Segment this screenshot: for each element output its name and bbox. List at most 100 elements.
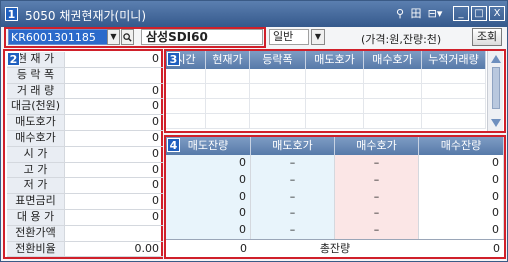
scroll-up-icon[interactable] xyxy=(491,55,501,63)
tick-col-header[interactable]: 매수호가 xyxy=(364,51,422,69)
summary-value: 0 xyxy=(152,52,159,65)
maximize-button[interactable]: □ xyxy=(471,6,487,21)
tick-cell xyxy=(206,69,250,84)
summary-value: 0 xyxy=(152,83,159,97)
summary-label: 거 래 량 xyxy=(7,83,65,99)
orderbook-row: 0– –0 xyxy=(166,205,504,223)
window-title: 5050 채권현재가(미니) xyxy=(25,9,146,23)
orderbook-cell: 0 xyxy=(166,171,251,189)
summary-value: 0 xyxy=(152,210,159,223)
badge-3: 3 xyxy=(167,52,180,66)
badge-4: 4 xyxy=(167,138,180,152)
orderbook-body: 0– –0 0– –0 0– –0 0– –0 0– –0 xyxy=(166,155,504,239)
orderbook-col-header: 매수호가 xyxy=(335,137,419,155)
orderbook-cell: 0 xyxy=(419,205,504,223)
tick-table-body xyxy=(166,69,486,131)
main-window: 1 5050 채권현재가(미니) ⚲ 田 ⊟▾ _ □ X KR60013011… xyxy=(0,0,508,262)
tick-cell xyxy=(364,69,422,84)
market-select[interactable]: 일반 xyxy=(269,29,309,45)
tick-cell xyxy=(422,99,486,114)
summary-rows: 현 재 가0등 락 폭거 래 량 0 대금(천원) 0 매도호가 0 매수호가 0 시 가0고 … xyxy=(3,52,163,258)
tick-cell xyxy=(306,114,364,129)
code-input[interactable]: KR6001301185 xyxy=(8,29,118,45)
code-dropdown-button[interactable]: ▼ xyxy=(107,29,120,45)
tick-cell xyxy=(422,69,486,84)
orderbook-cell: 0 xyxy=(419,155,504,172)
summary-value: 0.00 xyxy=(134,241,160,255)
minimize-button[interactable]: _ xyxy=(453,6,469,21)
tick-cell xyxy=(364,99,422,114)
total-sell-qty: 0 xyxy=(240,242,247,255)
tick-col-header[interactable]: 누적거래량 xyxy=(422,51,486,69)
tick-col-header[interactable]: 현재가 xyxy=(206,51,250,69)
tick-row xyxy=(166,84,486,99)
orderbook-col-header: 매수잔량 xyxy=(419,137,504,155)
search-icon[interactable] xyxy=(121,29,134,45)
summary-row: 시 가 0 xyxy=(7,146,163,163)
summary-row: 거 래 량 0 xyxy=(7,83,163,100)
summary-row: 전환가액 xyxy=(7,225,163,242)
market-select-chevron-icon[interactable]: ▼ xyxy=(311,29,325,45)
summary-row: 대금(천원) 0 xyxy=(7,99,163,116)
summary-value: 0 xyxy=(152,162,159,176)
tick-cell xyxy=(306,84,364,99)
orderbook-col-header: 매도호가 xyxy=(251,137,335,155)
orderbook-cell: – xyxy=(251,155,335,172)
summary-row: 등 락 폭 xyxy=(7,67,163,84)
scroll-thumb[interactable] xyxy=(492,67,500,109)
orderbook-row: 0– –0 xyxy=(166,188,504,206)
orderbook-cell: – xyxy=(251,205,335,223)
summary-label: 표면금리 xyxy=(7,194,65,209)
tick-table: 3 시간 현재가 등락폭 매도호가 매수호가 누적거래량 xyxy=(164,49,506,133)
summary-label: 저 가 xyxy=(7,178,65,194)
tick-cell xyxy=(422,84,486,99)
orderbook-cell: – xyxy=(335,205,419,223)
summary-value: 0 xyxy=(152,178,159,192)
summary-label: 등 락 폭 xyxy=(7,67,65,83)
tick-cell xyxy=(250,84,306,99)
tick-row xyxy=(166,99,486,114)
close-button[interactable]: X xyxy=(489,6,505,21)
badge-1: 1 xyxy=(5,7,18,21)
summary-value: 0 xyxy=(152,146,159,160)
tick-row xyxy=(166,69,486,84)
tick-table-scrollbar[interactable] xyxy=(487,51,503,131)
tick-cell xyxy=(166,84,206,99)
tick-row xyxy=(166,114,486,129)
orderbook-row: 0– –0 xyxy=(166,171,504,189)
tick-cell xyxy=(166,114,206,129)
orderbook-cell: 0 xyxy=(166,155,251,172)
tick-cell xyxy=(206,114,250,129)
tick-col-header[interactable]: 등락폭 xyxy=(250,51,306,69)
orderbook-cell: – xyxy=(251,222,335,239)
tick-cell xyxy=(364,84,422,99)
tick-cell xyxy=(206,99,250,114)
tick-cell xyxy=(306,99,364,114)
summary-value: 0 xyxy=(152,99,159,113)
summary-row: 매수호가 0 xyxy=(7,131,163,147)
orderbook-cell: – xyxy=(335,155,419,172)
total-label: 총잔량 xyxy=(319,242,351,255)
query-button[interactable]: 조회 xyxy=(472,28,502,46)
orderbook-cell: – xyxy=(335,171,419,189)
menu-icon[interactable]: ⊟▾ xyxy=(425,7,445,21)
orderbook-cell: – xyxy=(251,188,335,206)
tick-cell xyxy=(364,114,422,129)
summary-row: 전환비율 0.00 xyxy=(7,241,163,258)
pin-icon[interactable]: ⚲ xyxy=(393,7,407,21)
tick-cell xyxy=(166,69,206,84)
tick-cell xyxy=(250,99,306,114)
tick-col-header[interactable]: 매도호가 xyxy=(306,51,364,69)
orderbook-row: 0– –0 xyxy=(166,222,504,239)
summary-row: 저 가 0 xyxy=(7,178,163,195)
total-buy-qty: 0 xyxy=(493,242,500,255)
badge-2: 2 xyxy=(7,52,20,66)
tick-cell xyxy=(166,99,206,114)
orderbook-cell: – xyxy=(251,171,335,189)
scroll-down-icon[interactable] xyxy=(491,119,501,127)
title-bar: 1 5050 채권현재가(미니) ⚲ 田 ⊟▾ _ □ X xyxy=(1,1,507,27)
grid-icon[interactable]: 田 xyxy=(409,7,423,21)
orderbook-cell: – xyxy=(335,188,419,206)
summary-label: 시 가 xyxy=(7,146,65,162)
orderbook-cell: 0 xyxy=(166,188,251,206)
